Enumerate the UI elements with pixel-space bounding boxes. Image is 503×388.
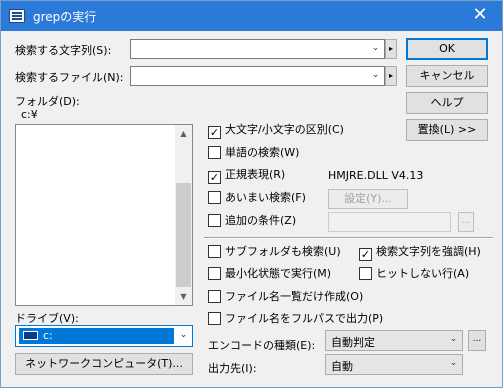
file-list-only-checkbox[interactable]: ファイル名一覧だけ作成(O) <box>208 290 363 306</box>
file-list-only-label: ファイル名一覧だけ作成(O) <box>225 290 364 303</box>
regex-checkbox[interactable]: ✓ 正規表現(R) <box>208 168 285 184</box>
encoding-select[interactable]: 自動判定 ⌄ <box>325 330 463 351</box>
extra-condition-checkbox[interactable]: 追加の条件(Z) <box>208 214 296 230</box>
checkbox-box <box>359 267 372 280</box>
fuzzy-search-checkbox[interactable]: あいまい検索(F) <box>208 191 306 207</box>
search-file-label: 検索するファイル(N): <box>15 71 124 84</box>
case-sensitive-label: 大文字/小文字の区別(C) <box>225 123 344 136</box>
subfolders-label: サブフォルダも検索(U) <box>225 245 341 258</box>
drive-selected: c: <box>19 328 174 344</box>
checkbox-box <box>208 146 221 159</box>
checkbox-box <box>208 312 221 325</box>
output-select[interactable]: 自動 ⌄ <box>325 354 463 375</box>
cancel-button[interactable]: キャンセル <box>406 65 488 87</box>
subfolders-checkbox[interactable]: サブフォルダも検索(U) <box>208 245 341 261</box>
chevron-down-icon[interactable]: ⌄ <box>367 40 384 58</box>
chevron-down-icon[interactable]: ⌄ <box>175 327 192 345</box>
encoding-extra-button[interactable]: ... <box>468 330 486 351</box>
drive-combo[interactable]: c: ⌄ <box>15 325 193 347</box>
extra-condition-button[interactable]: ... <box>458 212 474 232</box>
close-button[interactable]: ✕ <box>458 1 502 31</box>
search-file-menu-button[interactable]: ▸ <box>385 66 397 86</box>
title-bar[interactable]: grepの実行 ✕ <box>1 1 502 31</box>
minimize-label: 最小化状態で実行(M) <box>225 267 332 280</box>
checkbox-box <box>208 267 221 280</box>
drive-value: c: <box>43 329 53 342</box>
checkbox-box <box>208 290 221 303</box>
regex-label: 正規表現(R) <box>225 168 286 181</box>
window-title: grepの実行 <box>33 10 97 24</box>
extra-condition-input[interactable] <box>328 212 451 232</box>
settings-button[interactable]: 設定(Y)... <box>328 189 408 209</box>
fuzzy-search-label: あいまい検索(F) <box>225 191 306 204</box>
checkbox-box: ✓ <box>359 248 372 261</box>
encoding-value: 自動判定 <box>331 336 375 349</box>
folder-scrollbar[interactable]: ▲ ▼ <box>175 125 192 305</box>
drive-icon <box>23 331 38 340</box>
network-computer-button[interactable]: ネットワークコンピュータ(T)... <box>15 353 193 375</box>
scroll-up-icon[interactable]: ▲ <box>175 125 192 142</box>
full-path-checkbox[interactable]: ファイル名をフルパスで出力(P) <box>208 312 383 328</box>
checkbox-box: ✓ <box>208 126 221 139</box>
word-search-checkbox[interactable]: 単語の検索(W) <box>208 146 299 162</box>
non-matching-lines-checkbox[interactable]: ヒットしない行(A) <box>359 267 469 283</box>
word-search-label: 単語の検索(W) <box>225 146 300 159</box>
output-value: 自動 <box>331 360 353 373</box>
case-sensitive-checkbox[interactable]: ✓ 大文字/小文字の区別(C) <box>208 123 344 139</box>
chevron-down-icon[interactable]: ⌄ <box>445 355 462 373</box>
highlight-label: 検索文字列を強調(H) <box>376 245 481 258</box>
search-string-combo[interactable]: ⌄ <box>130 39 385 59</box>
folder-path: c:¥ <box>21 108 38 121</box>
encoding-label: エンコードの種類(E): <box>208 339 316 352</box>
extra-condition-label: 追加の条件(Z) <box>225 214 297 227</box>
full-path-label: ファイル名をフルパスで出力(P) <box>225 312 384 325</box>
folder-label: フォルダ(D): <box>15 95 80 108</box>
search-file-combo[interactable]: ⌄ <box>130 66 385 86</box>
drive-label: ドライブ(V): <box>15 312 79 325</box>
non-matching-lines-label: ヒットしない行(A) <box>376 267 470 280</box>
checkbox-box <box>208 191 221 204</box>
help-button[interactable]: ヘルプ <box>406 92 488 114</box>
output-label: 出力先(I): <box>208 362 257 375</box>
separator <box>204 237 493 239</box>
scroll-thumb[interactable] <box>176 183 191 287</box>
minimize-checkbox[interactable]: 最小化状態で実行(M) <box>208 267 331 283</box>
checkbox-box <box>208 214 221 227</box>
search-string-label: 検索する文字列(S): <box>15 44 112 57</box>
grep-dialog: grepの実行 ✕ 検索する文字列(S): ⌄ ▸ 検索するファイル(N): ⌄… <box>0 0 503 388</box>
chevron-down-icon[interactable]: ⌄ <box>445 331 462 349</box>
scroll-down-icon[interactable]: ▼ <box>175 288 192 305</box>
replace-button[interactable]: 置換(L) >> <box>406 119 488 141</box>
chevron-down-icon[interactable]: ⌄ <box>367 67 384 85</box>
checkbox-box: ✓ <box>208 171 221 184</box>
regex-library-version: HMJRE.DLL V4.13 <box>328 169 424 182</box>
folder-listbox[interactable]: ▲ ▼ <box>15 124 193 306</box>
ok-button[interactable]: OK <box>406 38 488 60</box>
checkbox-box <box>208 245 221 258</box>
highlight-checkbox[interactable]: ✓ 検索文字列を強調(H) <box>359 245 481 261</box>
app-icon <box>9 9 25 23</box>
search-string-menu-button[interactable]: ▸ <box>385 39 397 59</box>
